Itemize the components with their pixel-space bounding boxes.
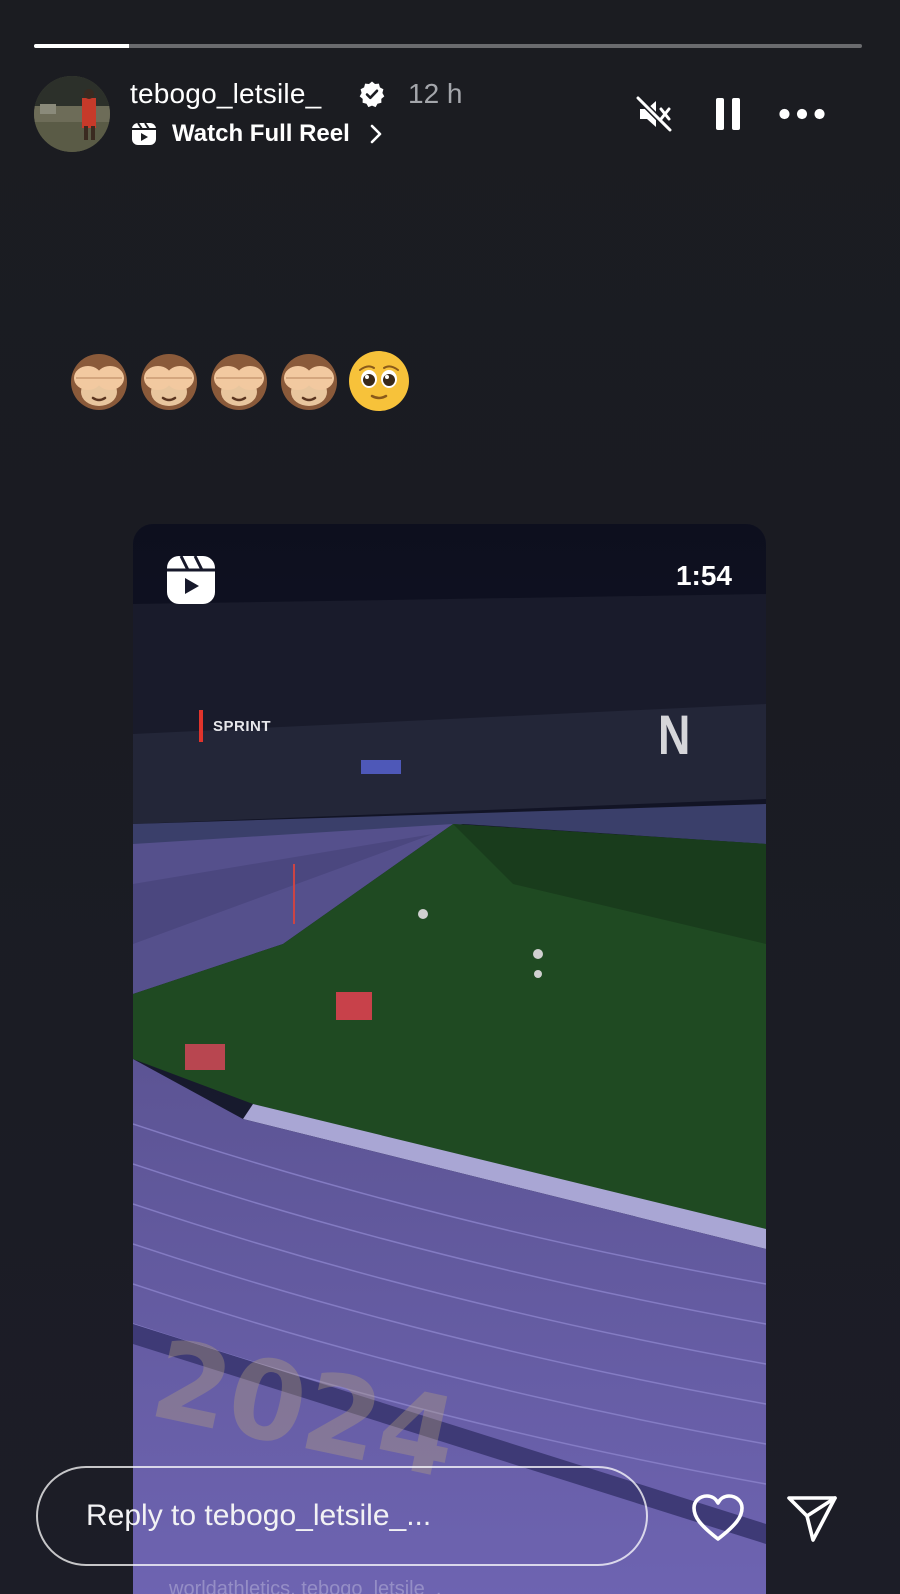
- mute-toggle-button[interactable]: [630, 90, 678, 138]
- story-viewer: tebogo_letsile_ 12 h Watch Full Reel 202…: [0, 0, 900, 1594]
- watch-full-reel-label: Watch Full Reel: [172, 120, 350, 147]
- channel-logo: N: [657, 703, 690, 766]
- reel-tagged-accounts: worldathletics, tebogo_letsile_,: [169, 1578, 442, 1594]
- avatar-photo: [34, 76, 110, 152]
- heart-icon: [692, 1494, 744, 1541]
- story-timestamp: 12 h: [408, 78, 463, 109]
- chevron-right-icon: [370, 124, 382, 144]
- reply-input[interactable]: [86, 1499, 606, 1533]
- see-no-evil-monkey-icon: [211, 354, 267, 410]
- avatar[interactable]: [34, 76, 110, 152]
- send-icon: [787, 1496, 837, 1542]
- pause-button[interactable]: [704, 90, 752, 138]
- reels-icon: [167, 555, 215, 604]
- reply-field[interactable]: [36, 1466, 648, 1566]
- speaker-muted-icon: [635, 95, 673, 133]
- reel-duration: 1:54: [675, 560, 732, 591]
- verified-badge-icon: [359, 81, 385, 108]
- reels-icon: [132, 122, 156, 145]
- pleading-face-icon: [349, 351, 409, 411]
- video-overlay-tag: SPRINT: [199, 710, 271, 742]
- pause-icon: [716, 98, 740, 130]
- shared-reel-card[interactable]: 2024 1:54 SPRINT N worldathletics, tebog…: [133, 524, 766, 1594]
- caption-emoji-row: [66, 348, 412, 414]
- overlay-tag-bar: [199, 710, 203, 742]
- overlay-tag-label: SPRINT: [213, 717, 272, 735]
- story-progress-bar: [34, 44, 862, 48]
- story-header: tebogo_letsile_ 12 h Watch Full Reel: [34, 76, 862, 156]
- like-button[interactable]: [688, 1488, 748, 1548]
- watch-full-reel-link[interactable]: Watch Full Reel: [130, 120, 384, 148]
- see-no-evil-monkey-icon: [281, 354, 337, 410]
- see-no-evil-monkey-icon: [141, 354, 197, 410]
- story-progress-fill: [34, 44, 130, 48]
- send-button[interactable]: [782, 1488, 842, 1548]
- more-options-icon: [779, 108, 825, 120]
- more-options-button[interactable]: [778, 90, 826, 138]
- see-no-evil-monkey-icon: [71, 354, 127, 410]
- reel-video-thumbnail: 2024: [133, 524, 766, 1594]
- username[interactable]: tebogo_letsile_: [130, 78, 321, 110]
